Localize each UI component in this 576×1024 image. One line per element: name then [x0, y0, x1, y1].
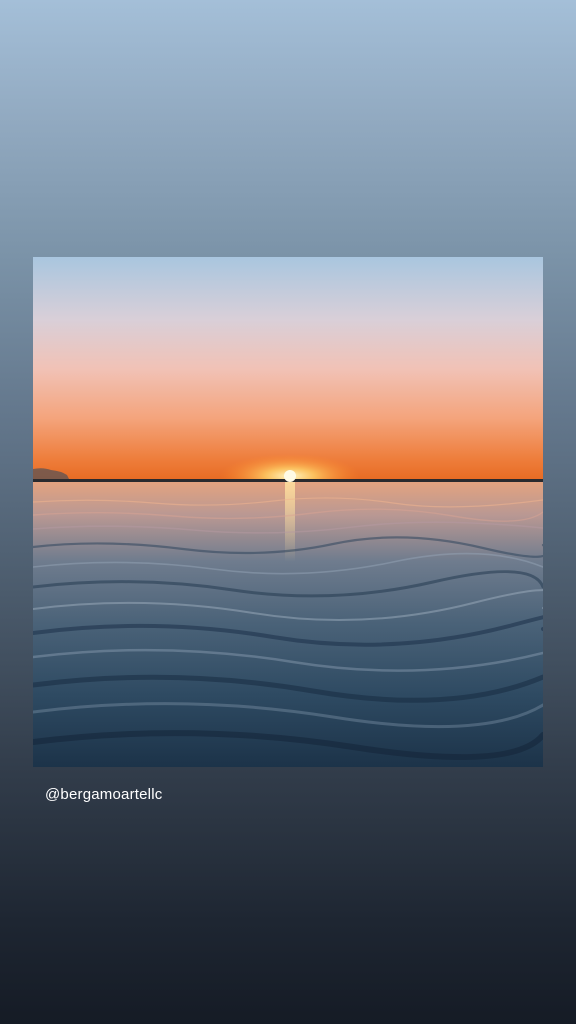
- story-photo: [33, 257, 543, 767]
- story-mention-tag[interactable]: @bergamoartellc: [45, 786, 162, 803]
- sunset-over-water-image: [33, 257, 543, 767]
